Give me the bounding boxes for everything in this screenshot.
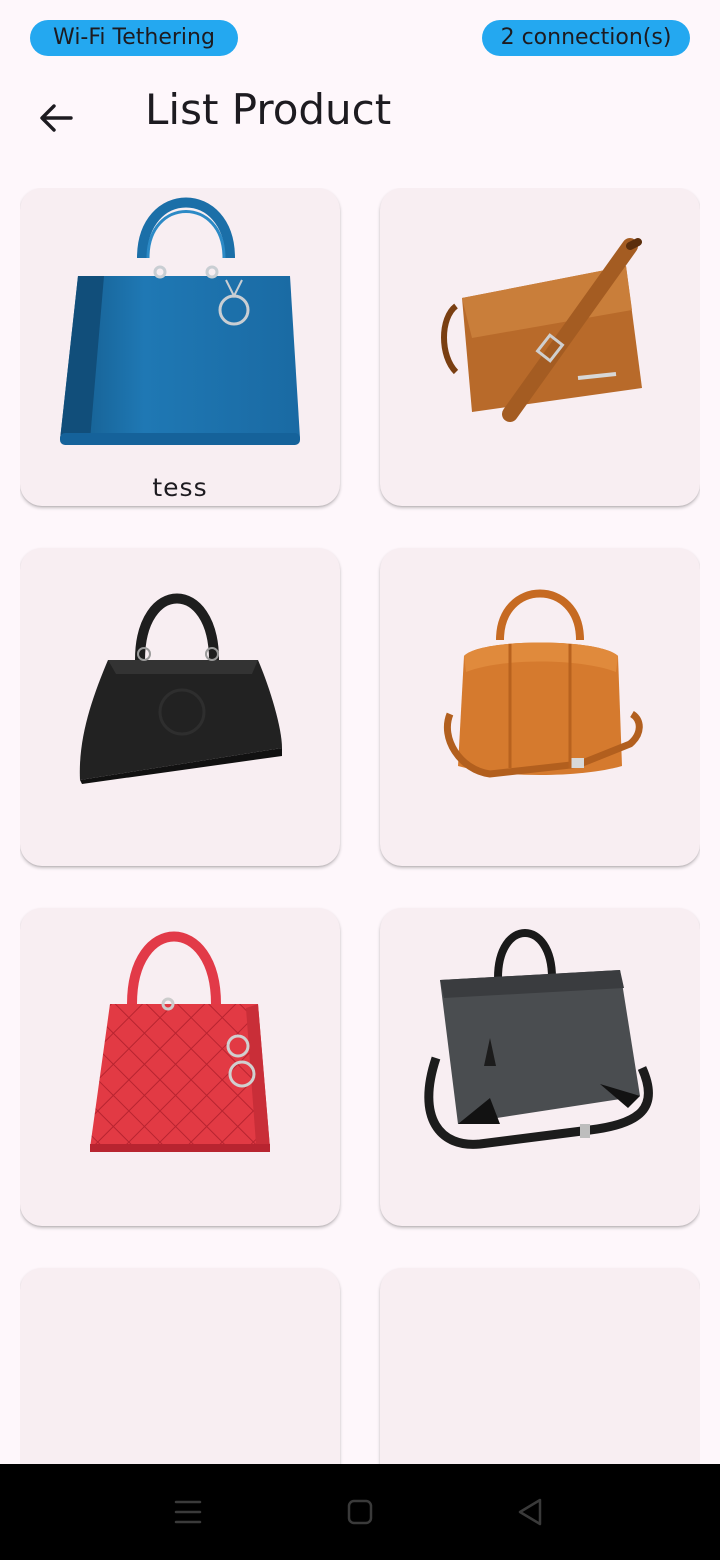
product-card[interactable] bbox=[20, 908, 340, 1226]
status-bar: Wi-Fi Tethering 2 connection(s) bbox=[0, 0, 720, 76]
product-card[interactable] bbox=[380, 908, 700, 1226]
wifi-tethering-badge: Wi-Fi Tethering bbox=[30, 20, 238, 56]
product-image bbox=[424, 929, 653, 1149]
system-nav-bar bbox=[0, 1464, 720, 1560]
nav-back-icon bbox=[518, 1498, 542, 1526]
product-label: tess bbox=[152, 473, 208, 502]
product-card[interactable] bbox=[20, 548, 340, 866]
home-button[interactable] bbox=[330, 1484, 390, 1540]
product-card[interactable] bbox=[380, 1268, 700, 1464]
connections-badge: 2 connection(s) bbox=[482, 20, 690, 56]
product-image bbox=[441, 238, 642, 422]
page-title: List Product bbox=[145, 85, 392, 134]
product-image bbox=[60, 197, 300, 445]
product-image bbox=[79, 593, 282, 784]
nav-back-button[interactable] bbox=[500, 1484, 560, 1540]
product-image bbox=[90, 931, 270, 1152]
product-card[interactable] bbox=[380, 188, 700, 506]
product-image bbox=[443, 589, 643, 778]
product-card[interactable]: tess bbox=[20, 188, 340, 506]
app-bar: List Product bbox=[0, 76, 720, 148]
product-grid: tess bbox=[20, 188, 700, 1464]
product-card[interactable] bbox=[380, 548, 700, 866]
recent-apps-icon bbox=[174, 1500, 202, 1524]
home-icon bbox=[347, 1499, 373, 1525]
product-card[interactable] bbox=[20, 1268, 340, 1464]
back-button[interactable] bbox=[22, 84, 90, 152]
arrow-back-icon bbox=[40, 104, 73, 132]
recent-apps-button[interactable] bbox=[158, 1484, 218, 1540]
